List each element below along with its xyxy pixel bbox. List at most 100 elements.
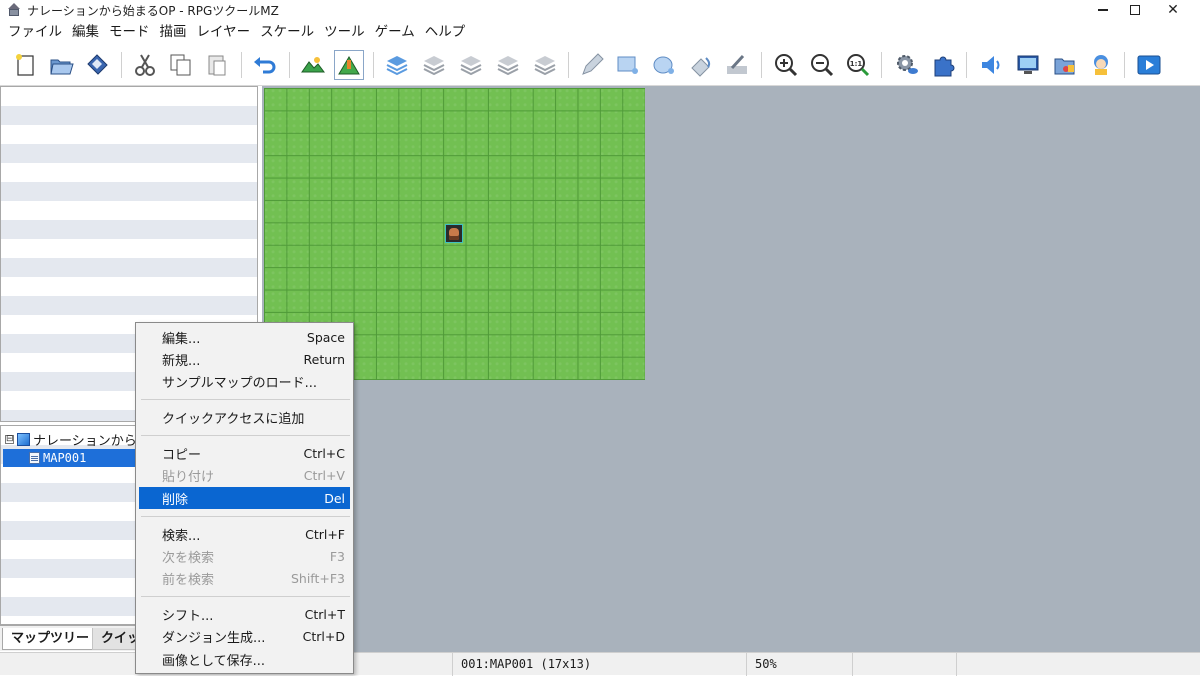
close-button[interactable]: ✕ (1150, 0, 1196, 20)
flood-fill-icon (691, 57, 711, 77)
sound-test-button[interactable] (976, 50, 1006, 80)
ctx-delete[interactable]: 削除 Del (139, 487, 350, 509)
layer-3-icon (460, 56, 482, 76)
auto-layer-icon (534, 56, 556, 76)
menu-mode[interactable]: モード (104, 20, 155, 44)
event-searcher-icon (1017, 55, 1039, 74)
menu-game[interactable]: ゲーム (370, 20, 420, 44)
shadow-pen-button[interactable] (722, 50, 752, 80)
menu-scale[interactable]: スケール (255, 20, 319, 44)
tree-item-project-label: ナレーションから (33, 433, 137, 449)
toolbar-separator (289, 52, 290, 78)
maximize-icon (1130, 5, 1140, 15)
ctx-find[interactable]: 検索... Ctrl+F (139, 523, 350, 545)
ctx-add-quick-access[interactable]: クイックアクセスに追加 (139, 406, 350, 428)
zoom-out-button[interactable] (807, 50, 837, 80)
save-project-button[interactable] (82, 50, 112, 80)
ctx-edit[interactable]: 編集... Space (139, 326, 350, 348)
new-project-button[interactable] (10, 50, 40, 80)
ctx-item-shortcut: Ctrl+D (302, 628, 345, 644)
status-empty-cell (956, 653, 1200, 676)
ctx-item-label: 次を検索 (162, 550, 215, 566)
ctx-load-sample-map[interactable]: サンプルマップのロード... (139, 370, 350, 392)
auto-layer-button[interactable] (530, 50, 560, 80)
project-cube-icon (17, 432, 30, 446)
new-project-icon (16, 54, 34, 76)
ctx-paste: 貼り付け Ctrl+V (139, 464, 350, 486)
menu-bar: ファイル 編集 モード 描画 レイヤー スケール ツール ゲーム ヘルプ (0, 20, 1200, 44)
toolbar-separator (568, 52, 569, 78)
plugin-manager-icon (934, 56, 955, 77)
ctx-find-previous: 前を検索 Shift+F3 (139, 567, 350, 589)
event-searcher-button[interactable] (1013, 50, 1043, 80)
plugin-manager-button[interactable] (928, 50, 958, 80)
ctx-item-label: 前を検索 (162, 572, 215, 588)
map-canvas[interactable] (262, 86, 1200, 652)
ctx-item-label: コピー (162, 447, 202, 463)
event-mode-icon (338, 56, 360, 75)
ctx-shift[interactable]: シフト... Ctrl+T (139, 603, 350, 625)
open-project-button[interactable] (46, 50, 76, 80)
map-document-icon (29, 452, 40, 464)
ctx-separator (141, 435, 350, 436)
resource-manager-button[interactable] (1050, 50, 1080, 80)
cut-button[interactable] (130, 50, 160, 80)
layer-3-button[interactable] (456, 50, 486, 80)
open-project-icon (50, 59, 74, 75)
playtest-icon (1137, 55, 1161, 75)
title-bar: ナレーションから始まるOP - RPGツクールMZ ✕ (0, 0, 1200, 20)
ctx-item-label: 編集... (162, 331, 201, 347)
paste-icon (208, 55, 226, 76)
tree-item-project[interactable]: ⊟ ナレーションから (5, 430, 137, 449)
layer-1-button[interactable] (382, 50, 412, 80)
pencil-button[interactable] (577, 50, 607, 80)
resource-manager-icon (1054, 58, 1075, 75)
ctx-new[interactable]: 新規... Return (139, 348, 350, 370)
ellipse-button[interactable] (649, 50, 679, 80)
flood-fill-button[interactable] (686, 50, 716, 80)
layer-2-button[interactable] (419, 50, 449, 80)
collapse-icon[interactable]: ⊟ (5, 434, 14, 444)
toolbar-separator (966, 52, 967, 78)
app-icon (7, 3, 21, 17)
rectangle-button[interactable] (613, 50, 643, 80)
map-mode-button[interactable] (298, 50, 328, 80)
player-start-event[interactable] (445, 224, 463, 243)
event-mode-button[interactable] (334, 50, 364, 80)
ctx-item-shortcut: Shift+F3 (290, 570, 345, 586)
close-icon: ✕ (1167, 2, 1179, 18)
ctx-generate-dungeon[interactable]: ダンジョン生成... Ctrl+D (139, 625, 350, 647)
copy-icon (170, 54, 191, 76)
ctx-item-label: 新規... (162, 353, 201, 369)
menu-help[interactable]: ヘルプ (420, 20, 471, 44)
ctx-item-shortcut: Ctrl+F (305, 526, 345, 542)
copy-button[interactable] (166, 50, 196, 80)
layer-4-button[interactable] (493, 50, 523, 80)
map-mode-icon (301, 57, 325, 73)
paste-button[interactable] (202, 50, 232, 80)
actual-size-button[interactable]: 1:1 (843, 50, 873, 80)
svg-text:1:1: 1:1 (850, 60, 863, 68)
database-icon (897, 55, 918, 74)
playtest-button[interactable] (1134, 50, 1164, 80)
character-generator-icon (1094, 55, 1108, 75)
tab-map-tree[interactable]: マップツリー (2, 628, 99, 650)
menu-layer[interactable]: レイヤー (192, 20, 256, 44)
status-map-info: 001:MAP001 (17x13) (452, 653, 746, 676)
character-generator-button[interactable] (1086, 50, 1116, 80)
status-empty-cell (852, 653, 956, 676)
ctx-copy[interactable]: コピー Ctrl+C (139, 442, 350, 464)
ctx-item-shortcut: Space (306, 329, 345, 345)
zoom-in-button[interactable] (771, 50, 801, 80)
character-sprite-icon (449, 227, 459, 240)
undo-button[interactable] (250, 50, 280, 80)
ctx-save-as-image[interactable]: 画像として保存... (139, 648, 350, 670)
layer-1-icon (386, 56, 408, 76)
menu-draw[interactable]: 描画 (155, 20, 192, 44)
database-button[interactable] (892, 50, 922, 80)
menu-file[interactable]: ファイル (3, 20, 67, 44)
ctx-item-label: クイックアクセスに追加 (162, 411, 305, 427)
menu-tools[interactable]: ツール (319, 20, 370, 44)
actual-size-icon: 1:1 (847, 54, 870, 77)
menu-edit[interactable]: 編集 (67, 20, 104, 44)
